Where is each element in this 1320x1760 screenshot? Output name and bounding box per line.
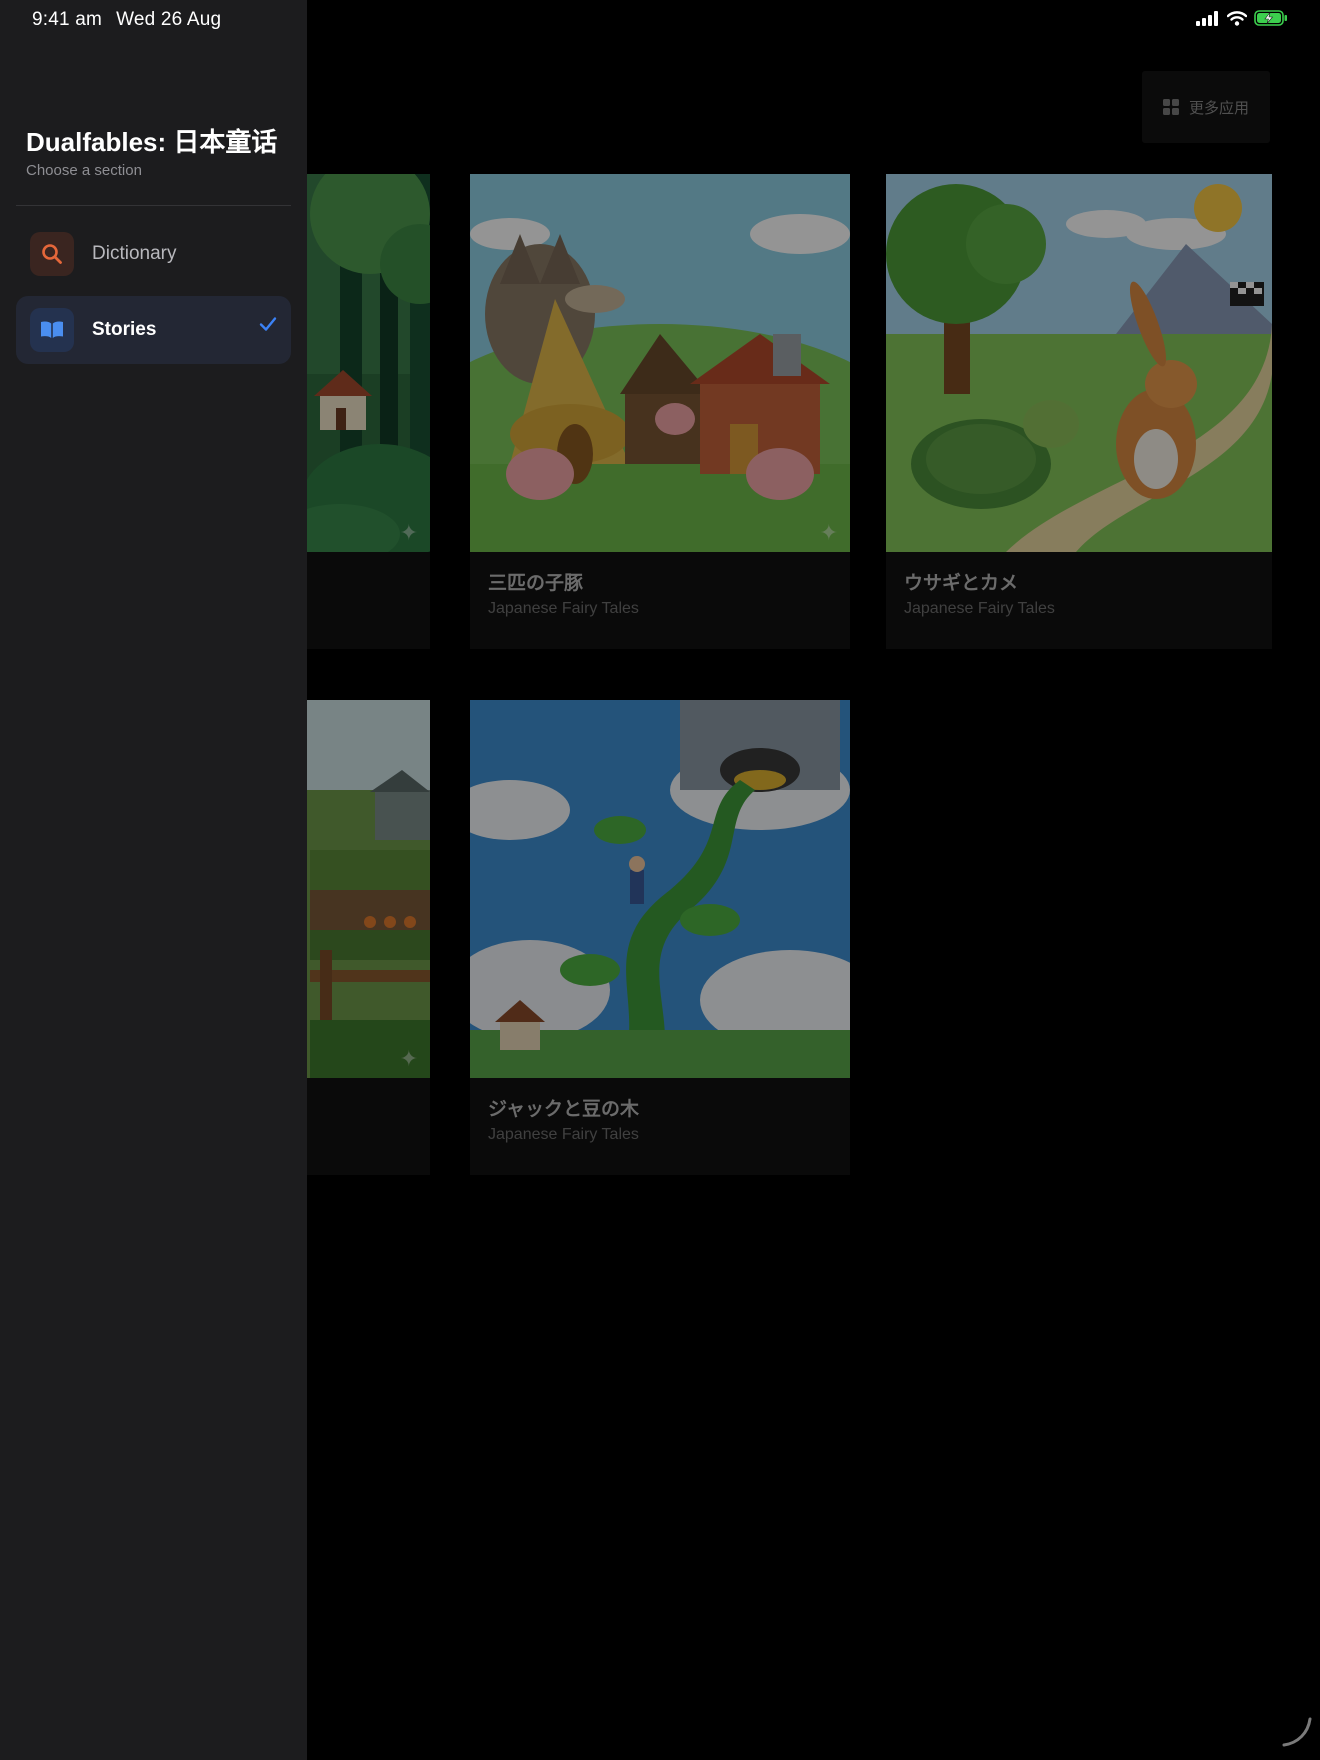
more-apps-label: 更多应用 [1188,99,1249,117]
app-title: Dualfables: 日本童话 [26,127,278,157]
story-subtitle: Japanese Fairy Tales [904,600,1055,617]
battery-charging-icon [1254,10,1288,31]
sidebar-item-stories[interactable]: Stories [16,296,291,364]
sparkle-icon: ✦ [819,520,838,545]
app-subtitle: Choose a section [26,162,142,179]
grid-icon [1162,99,1179,115]
status-bar-time: 9:41 am Wed 26 Aug [32,9,221,31]
checkmark-icon [259,316,277,337]
sidebar-item-label: Dictionary [92,243,177,264]
sidebar-item-label: Stories [92,319,157,340]
app-screen: 更多应用 ✦ ✦ 三匹の子豚 Japanese Fairy Tales ウサギと… [0,0,1320,1760]
wifi-icon [1226,10,1248,31]
status-bar-icons [1196,10,1288,31]
book-icon [30,308,74,352]
cellular-signal-icon [1196,10,1220,31]
story-card[interactable]: ジャックと豆の木 Japanese Fairy Tales [470,700,850,1175]
search-icon [30,232,74,276]
sidebar-item-dictionary[interactable]: Dictionary [16,220,291,288]
story-title: ウサギとカメ [904,573,1019,594]
story-subtitle: Japanese Fairy Tales [488,1126,639,1143]
story-card[interactable]: ウサギとカメ Japanese Fairy Tales [886,174,1272,649]
story-title: ジャックと豆の木 [488,1099,640,1120]
resize-handle-icon[interactable] [1280,1715,1314,1754]
status-date: Wed 26 Aug [116,9,222,30]
story-image-jack-and-beanstalk [470,700,850,1078]
story-title: 三匹の子豚 [488,573,584,594]
status-time: 9:41 am [32,9,103,30]
sidebar: Dualfables: 日本童话 Choose a section Dictio… [0,0,307,1760]
sparkle-icon: ✦ [399,520,418,545]
sparkle-icon: ✦ [399,1046,418,1071]
story-subtitle: Japanese Fairy Tales [488,600,639,617]
story-card[interactable]: ✦ 三匹の子豚 Japanese Fairy Tales [470,174,850,649]
divider [16,205,291,206]
story-image-tortoise-and-hare [886,174,1272,552]
story-image-three-little-pigs: ✦ [470,174,850,552]
more-apps-button[interactable]: 更多应用 [1142,71,1270,143]
